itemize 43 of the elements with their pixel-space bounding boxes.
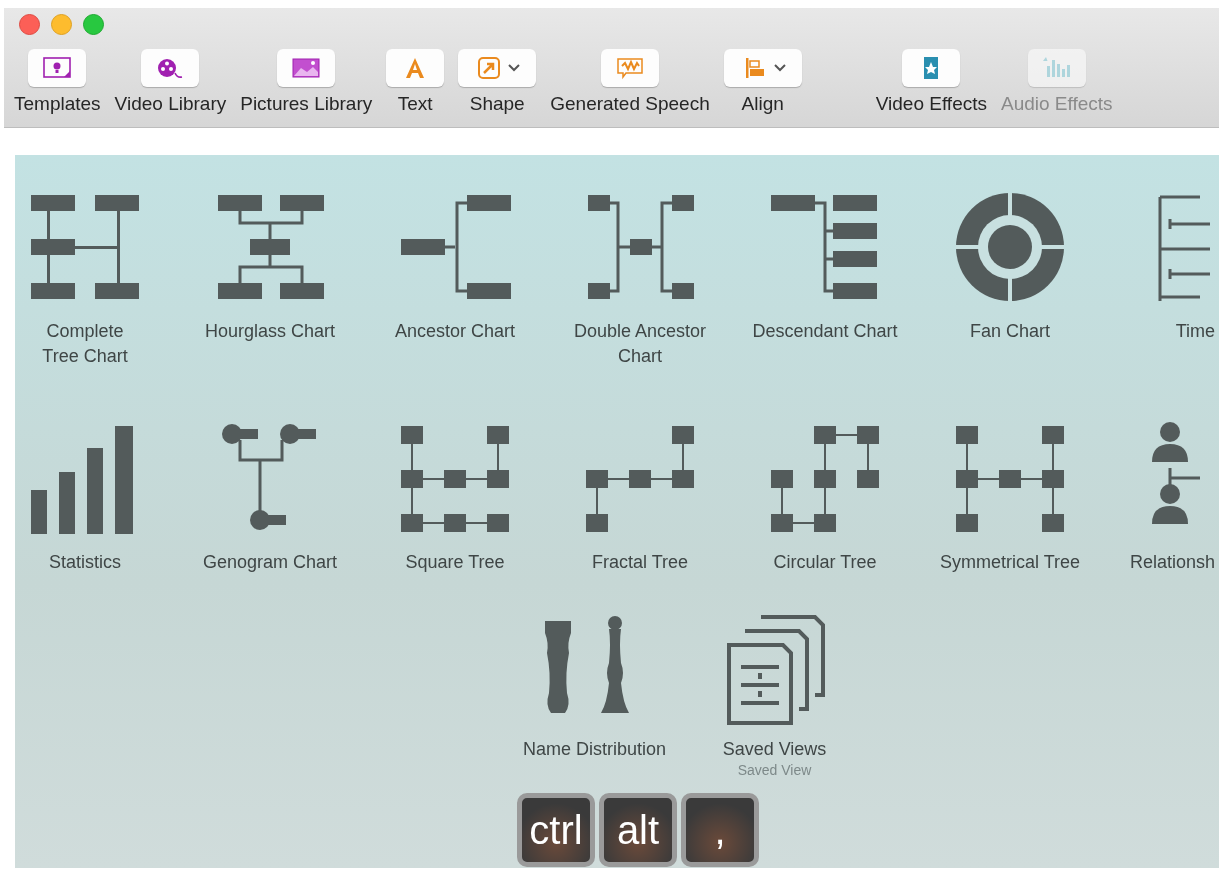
chart-label: Time — [1174, 320, 1216, 343]
chart-label: Statistics — [49, 551, 121, 574]
toolbar-label: Generated Speech — [550, 93, 710, 115]
toolbar-label: Video Effects — [875, 93, 987, 115]
toolbar-button[interactable] — [902, 49, 961, 87]
equalizer-icon — [1041, 56, 1072, 80]
chart-label: Relationsh — [1128, 551, 1216, 574]
chart-label: Fan Chart — [969, 320, 1050, 343]
toolbar-button[interactable] — [458, 49, 537, 87]
toolbar-button[interactable] — [28, 49, 87, 87]
keyboard-key: , — [681, 793, 759, 867]
chart-label: Descendant Chart — [752, 320, 898, 343]
toolbar-label: Audio Effects — [1001, 93, 1113, 115]
chart-label: Symmetrical Tree — [940, 551, 1080, 574]
chart-label: Name Distribution — [522, 738, 667, 761]
chart-label: Circular Tree — [773, 551, 877, 574]
toolbar-button[interactable] — [723, 49, 802, 87]
toolbar-button[interactable] — [141, 49, 200, 87]
chart-label: Genogram Chart — [202, 551, 338, 574]
close-button[interactable] — [19, 14, 40, 35]
toolbar-label: Align — [741, 93, 784, 115]
chart-label: Saved Views — [722, 738, 827, 761]
chart-label: Square Tree — [405, 551, 505, 574]
chevron-down-icon — [508, 64, 521, 72]
chevron-down-icon — [773, 64, 786, 72]
picture-icon — [291, 56, 322, 80]
toolbar-label: Pictures Library — [240, 93, 373, 115]
keyboard-key: ctrl — [517, 793, 595, 867]
toolbar-label: Text — [397, 93, 433, 115]
toolbar-button[interactable] — [277, 49, 336, 87]
chart-sublabel: Saved View — [737, 762, 812, 778]
chart-label: Ancestor Chart — [394, 320, 516, 343]
toolbar-label: Templates — [14, 93, 101, 115]
toolbar-label: Video Library — [114, 93, 227, 115]
toolbar-label: Shape — [469, 93, 525, 115]
lightbulb-slide-icon — [42, 56, 73, 80]
chart-label: Complete Tree Chart — [42, 320, 128, 368]
speech-bubble-icon — [614, 56, 645, 80]
toolbar-button[interactable] — [386, 49, 445, 87]
chart-label: Hourglass Chart — [204, 320, 336, 343]
keyboard-key: alt — [599, 793, 677, 867]
chart-label: Double Ancestor Chart — [573, 320, 707, 368]
chart-label: Fractal Tree — [592, 551, 688, 574]
